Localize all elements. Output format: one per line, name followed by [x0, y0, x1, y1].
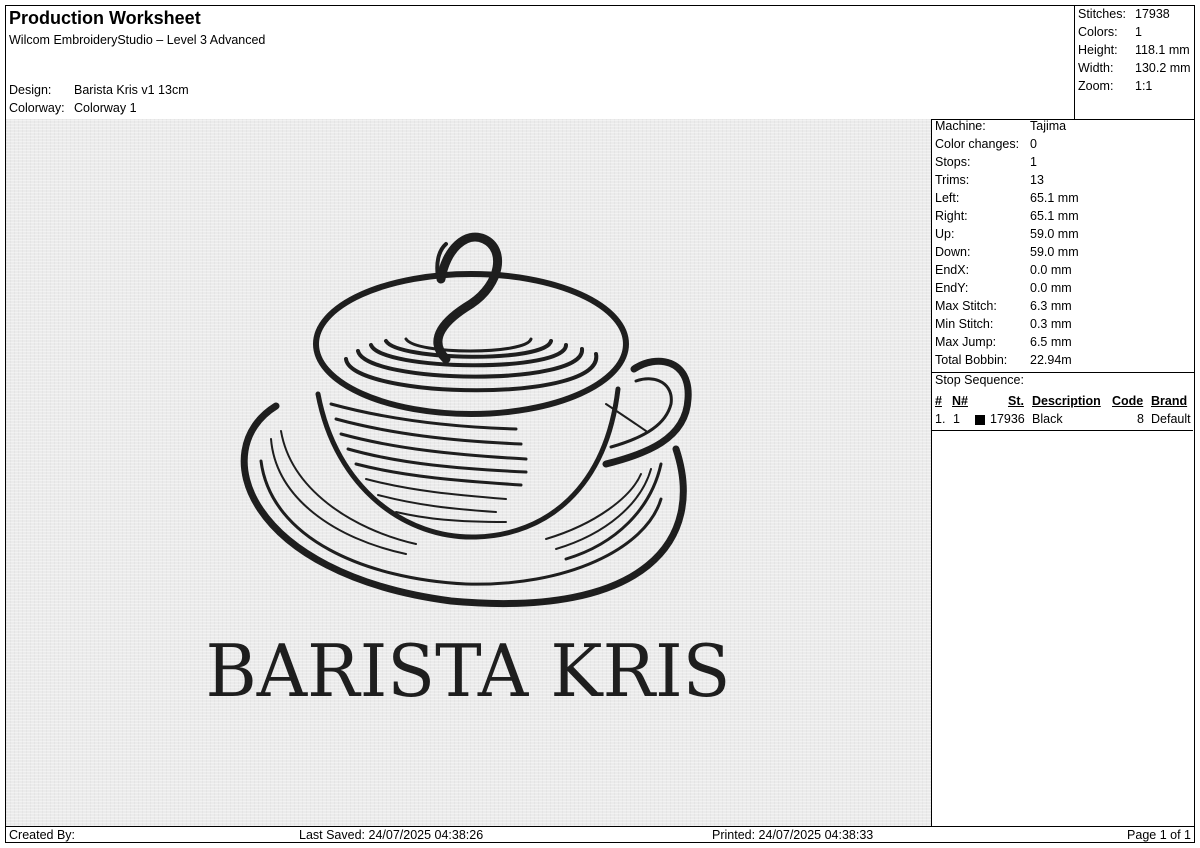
info-label: Color changes:	[935, 137, 1020, 151]
saucer-outer-rim	[240, 402, 687, 608]
stop-sequence-title: Stop Sequence:	[935, 373, 1024, 387]
stat-value: 118.1 mm	[1135, 43, 1190, 57]
info-value: 6.5 mm	[1030, 335, 1072, 349]
row-needle: 1	[953, 412, 960, 426]
info-row: Trims: 13	[935, 173, 1044, 191]
stat-label: Zoom:	[1078, 79, 1114, 93]
worksheet: Production Worksheet Wilcom EmbroiderySt…	[5, 5, 1195, 843]
info-value: 0	[1030, 137, 1037, 151]
row-code: 8	[1137, 412, 1144, 426]
info-row: Up: 59.0 mm	[935, 227, 1079, 245]
info-row: Machine: Tajima	[935, 119, 1066, 137]
info-value: 13	[1030, 173, 1044, 187]
embroidery-design: BARISTA KRIS	[206, 232, 731, 713]
col-header-needle: N#	[952, 394, 968, 408]
info-value: 65.1 mm	[1030, 191, 1079, 205]
info-value: 0.3 mm	[1030, 317, 1072, 331]
info-row: Color changes: 0	[935, 137, 1037, 155]
worksheet-footer: Created By: Last Saved: 24/07/2025 04:38…	[6, 826, 1194, 843]
info-value: 59.0 mm	[1030, 245, 1079, 259]
stat-row: Colors: 1	[1078, 25, 1142, 39]
colorway-label: Colorway:	[9, 101, 65, 115]
info-row: Max Jump: 6.5 mm	[935, 335, 1072, 353]
info-row: Min Stitch: 0.3 mm	[935, 317, 1072, 335]
info-value: 59.0 mm	[1030, 227, 1079, 241]
row-description: Black	[1032, 412, 1063, 426]
info-label: Max Stitch:	[935, 299, 997, 313]
last-saved: Last Saved: 24/07/2025 04:38:26	[299, 828, 484, 842]
info-label: Machine:	[935, 119, 986, 133]
info-label: EndX:	[935, 263, 970, 277]
colorway-row: Colorway: Colorway 1	[9, 101, 137, 115]
info-row: Total Bobbin: 22.94m	[935, 353, 1072, 371]
color-swatch	[975, 414, 985, 428]
stat-row: Width: 130.2 mm	[1078, 61, 1191, 75]
info-row: Max Stitch: 6.3 mm	[935, 299, 1072, 317]
info-label: Max Jump:	[935, 335, 997, 349]
stat-row: Stitches: 17938	[1078, 7, 1170, 21]
info-value: 0.0 mm	[1030, 281, 1072, 295]
info-row: EndX: 0.0 mm	[935, 263, 1072, 281]
worksheet-header: Production Worksheet Wilcom EmbroiderySt…	[6, 6, 1074, 119]
stat-label: Stitches:	[1078, 7, 1126, 21]
row-index: 1.	[935, 412, 946, 426]
col-header-stitches: St.	[1008, 394, 1024, 408]
table-divider	[932, 430, 1193, 431]
latte-swan	[433, 232, 503, 364]
design-row: Design: Barista Kris v1 13cm	[9, 83, 189, 97]
stat-value: 130.2 mm	[1135, 61, 1191, 75]
latte-ring	[344, 352, 599, 393]
page-number: Page 1 of 1	[1127, 828, 1191, 842]
info-row: Stops: 1	[935, 155, 1037, 173]
info-label: Right:	[935, 209, 968, 223]
stat-label: Colors:	[1078, 25, 1118, 39]
stat-value: 1:1	[1135, 79, 1153, 93]
info-label: EndY:	[935, 281, 969, 295]
software-name: Wilcom EmbroideryStudio – Level 3 Advanc…	[9, 33, 266, 47]
info-row: Left: 65.1 mm	[935, 191, 1079, 209]
info-label: Up:	[935, 227, 955, 241]
colorway-value: Colorway 1	[74, 101, 137, 115]
info-label: Down:	[935, 245, 971, 259]
info-value: 65.1 mm	[1030, 209, 1079, 223]
stat-row: Zoom: 1:1	[1078, 79, 1152, 93]
stat-label: Height:	[1078, 43, 1118, 57]
info-row: EndY: 0.0 mm	[935, 281, 1072, 299]
info-value: Tajima	[1030, 119, 1067, 133]
info-label: Stops:	[935, 155, 971, 169]
info-label: Total Bobbin:	[935, 353, 1008, 367]
info-row: Down: 59.0 mm	[935, 245, 1079, 263]
col-header-code: Code	[1112, 394, 1144, 408]
stat-label: Width:	[1078, 61, 1114, 75]
design-value: Barista Kris v1 13cm	[74, 83, 189, 97]
info-value: 22.94m	[1030, 353, 1072, 367]
created-by: Created By:	[9, 828, 76, 842]
col-header-brand: Brand	[1151, 394, 1188, 408]
info-value: 1	[1030, 155, 1037, 169]
info-value: 6.3 mm	[1030, 299, 1072, 313]
info-label: Min Stitch:	[935, 317, 994, 331]
info-value: 0.0 mm	[1030, 263, 1072, 277]
design-text: BARISTA KRIS	[206, 629, 731, 713]
stat-row: Height: 118.1 mm	[1078, 43, 1190, 57]
design-preview: BARISTA KRIS	[6, 119, 932, 826]
row-stitches: 17936	[990, 412, 1025, 426]
latte-ring	[356, 347, 585, 379]
printed-date: Printed: 24/07/2025 04:38:33	[712, 828, 874, 842]
latte-ring	[404, 337, 533, 353]
col-header-index: #	[935, 394, 942, 408]
cup-rim	[313, 271, 629, 417]
info-row: Right: 65.1 mm	[935, 209, 1079, 227]
row-brand: Default	[1151, 412, 1191, 426]
col-header-description: Description	[1032, 394, 1101, 408]
design-label: Design:	[9, 83, 52, 97]
page-title: Production Worksheet	[9, 8, 201, 28]
stat-value: 1	[1135, 25, 1142, 39]
stat-value: 17938	[1135, 7, 1170, 21]
cup-shade-line	[395, 511, 507, 523]
stats-box: Stitches: 17938 Colors: 1 Height: 118.1 mm …	[1074, 6, 1194, 119]
info-label: Left:	[935, 191, 960, 205]
info-label: Trims:	[935, 173, 970, 187]
